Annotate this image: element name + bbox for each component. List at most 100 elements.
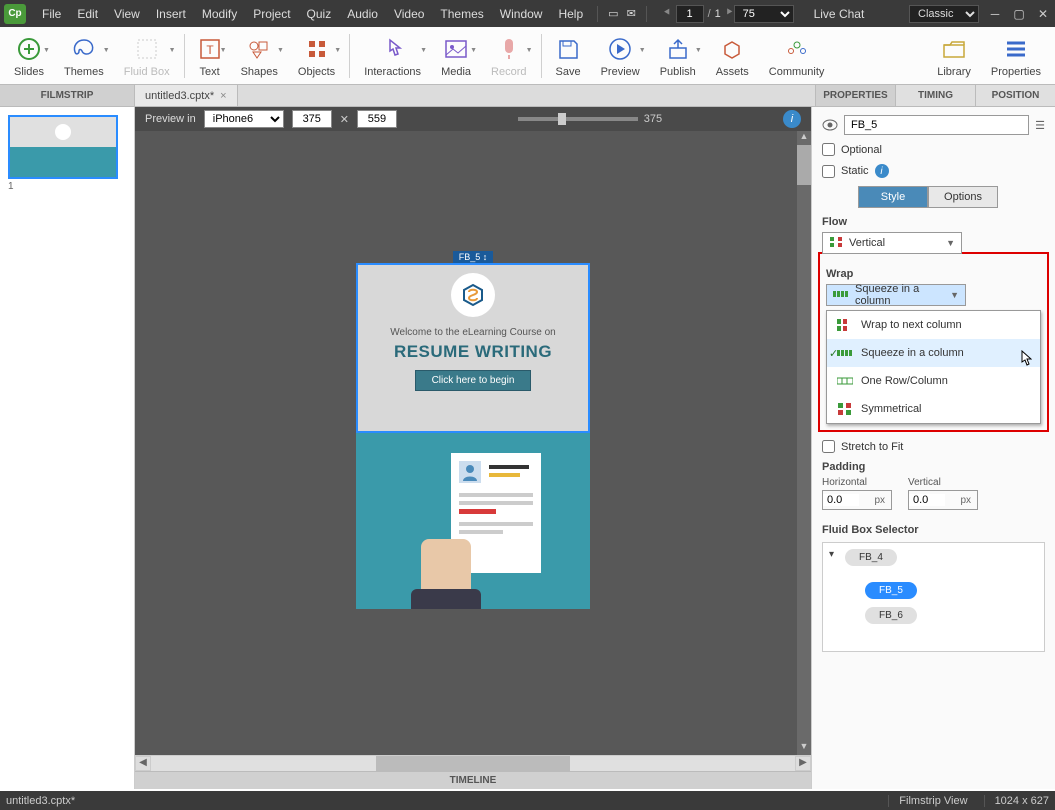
page-next-icon[interactable]: ⯈ (725, 7, 734, 20)
device-select[interactable]: iPhone6 (204, 110, 284, 128)
canvas-viewport[interactable]: FB_5 ↕ Welcome to the eLearning Course o… (135, 131, 811, 755)
info-icon[interactable]: i (783, 110, 801, 128)
menu-file[interactable]: File (34, 7, 69, 21)
hscroll-left-icon[interactable]: ◀ (135, 756, 151, 771)
wrap-option-squeeze[interactable]: ✓ Squeeze in a column (827, 339, 1040, 367)
slide-top-section[interactable]: Welcome to the eLearning Course on RESUM… (356, 263, 590, 433)
menu-window[interactable]: Window (492, 7, 551, 21)
menu-insert[interactable]: Insert (148, 7, 194, 21)
timeline-header[interactable]: TIMELINE (135, 771, 811, 789)
optional-checkbox[interactable] (822, 143, 835, 156)
slide-bottom-section[interactable] (356, 433, 590, 609)
tool-shapes[interactable]: ▼Shapes (231, 27, 288, 84)
visibility-icon[interactable] (822, 119, 838, 131)
tool-media[interactable]: ▼Media (431, 27, 481, 84)
wrap-option-wrap-next[interactable]: Wrap to next column (827, 311, 1040, 339)
menu-themes[interactable]: Themes (432, 7, 491, 21)
padding-h-label: Horizontal (822, 477, 892, 488)
wrap-option-one-row[interactable]: One Row/Column (827, 367, 1040, 395)
filmstrip-header: FILMSTRIP (0, 85, 135, 106)
width-slider[interactable] (518, 117, 638, 121)
zoom-select[interactable]: 75 (734, 5, 794, 23)
slide-stage[interactable]: FB_5 ↕ Welcome to the eLearning Course o… (356, 251, 590, 601)
tool-themes[interactable]: ▼Themes (54, 27, 114, 84)
tool-properties[interactable]: Properties (981, 27, 1051, 84)
vscroll-up-icon[interactable]: ▲ (797, 131, 811, 145)
wrap-dropdown[interactable]: Squeeze in a column ▼ (826, 284, 966, 306)
wrap-dropdown-menu: Wrap to next column ✓ Squeeze in a colum… (826, 310, 1041, 424)
slide-thumbnail-1[interactable] (8, 115, 118, 179)
padding-v-input[interactable] (909, 494, 945, 506)
object-name-input[interactable] (844, 115, 1029, 135)
tool-text[interactable]: T▼Text (189, 27, 231, 84)
fbs-node-fb6[interactable]: FB_6 (865, 607, 917, 624)
live-chat-link[interactable]: Live Chat (814, 7, 865, 21)
tool-fluid-box[interactable]: ▼Fluid Box (114, 27, 180, 84)
padding-v-unit: px (960, 495, 977, 506)
stretch-label: Stretch to Fit (841, 441, 903, 453)
menu-modify[interactable]: Modify (194, 7, 245, 21)
menu-audio[interactable]: Audio (339, 7, 386, 21)
menu-quiz[interactable]: Quiz (299, 7, 340, 21)
tool-assets[interactable]: Assets (706, 27, 759, 84)
tool-preview[interactable]: ▼Preview (591, 27, 650, 84)
fbs-node-fb5[interactable]: FB_5 (865, 582, 917, 599)
mail-icon[interactable]: ✉ (623, 7, 640, 20)
screen-icon[interactable]: ▭ (604, 7, 622, 20)
tool-save[interactable]: Save (546, 27, 591, 84)
static-label: Static (841, 165, 869, 177)
hscroll-thumb[interactable] (376, 756, 569, 771)
workspace-select[interactable]: Classic (909, 5, 979, 23)
menu-project[interactable]: Project (245, 7, 298, 21)
tool-record[interactable]: ▼Record (481, 27, 536, 84)
page-prev-icon[interactable]: ⯇ (663, 7, 672, 20)
swap-dimensions-icon[interactable]: ✕ (340, 113, 349, 126)
padding-h-input[interactable] (823, 494, 859, 506)
flow-icon (829, 236, 843, 251)
height-input[interactable] (357, 110, 397, 128)
hand-graphic (411, 529, 481, 609)
maximize-icon[interactable]: ▢ (1011, 7, 1027, 21)
vscroll-thumb[interactable] (797, 145, 811, 185)
tab-options[interactable]: Options (928, 186, 998, 208)
tool-objects[interactable]: ▼Objects (288, 27, 345, 84)
tab-timing[interactable]: TIMING (895, 85, 975, 106)
squeeze-icon (837, 347, 853, 359)
tab-properties[interactable]: PROPERTIES (815, 85, 895, 106)
tool-interactions[interactable]: ▼Interactions (354, 27, 431, 84)
file-tab-close-icon[interactable]: × (220, 90, 226, 102)
hscroll-right-icon[interactable]: ▶ (795, 756, 811, 771)
begin-button[interactable]: Click here to begin (415, 370, 532, 391)
tab-style[interactable]: Style (858, 186, 928, 208)
menu-help[interactable]: Help (550, 7, 591, 21)
ruler-value: 375 (644, 113, 662, 125)
tool-slides[interactable]: ▼Slides (4, 27, 54, 84)
tab-position[interactable]: POSITION (975, 85, 1055, 106)
static-checkbox[interactable] (822, 165, 835, 178)
panel-menu-icon[interactable]: ☰ (1035, 119, 1045, 132)
file-tab[interactable]: untitled3.cptx* × (135, 85, 238, 106)
close-icon[interactable]: ✕ (1035, 7, 1051, 21)
tool-library[interactable]: Library (927, 27, 981, 84)
minimize-icon[interactable]: ─ (987, 7, 1003, 21)
menu-video[interactable]: Video (386, 7, 432, 21)
stretch-checkbox[interactable] (822, 440, 835, 453)
static-info-icon[interactable]: i (875, 164, 889, 178)
status-dimensions: 1024 x 627 (984, 795, 1049, 807)
flow-label: Flow (822, 216, 1045, 228)
flow-dropdown[interactable]: Vertical ▼ (822, 232, 962, 254)
menu-view[interactable]: View (106, 7, 148, 21)
fbs-node-fb4[interactable]: FB_4 (845, 549, 897, 566)
page-current-input[interactable] (676, 5, 704, 23)
menu-edit[interactable]: Edit (69, 7, 106, 21)
tool-community[interactable]: Community (759, 27, 835, 84)
width-input[interactable] (292, 110, 332, 128)
tree-collapse-icon[interactable]: ▾ (829, 549, 834, 560)
vscroll-down-icon[interactable]: ▼ (797, 741, 811, 755)
app-logo: Cp (4, 4, 26, 24)
wrap-option-symmetrical[interactable]: Symmetrical (827, 395, 1040, 423)
one-row-icon (837, 375, 853, 387)
tool-publish[interactable]: ▼Publish (650, 27, 706, 84)
preview-bar: Preview in iPhone6 ✕ 375 i (135, 107, 811, 131)
horizontal-scrollbar[interactable]: ◀ ▶ (135, 755, 811, 771)
